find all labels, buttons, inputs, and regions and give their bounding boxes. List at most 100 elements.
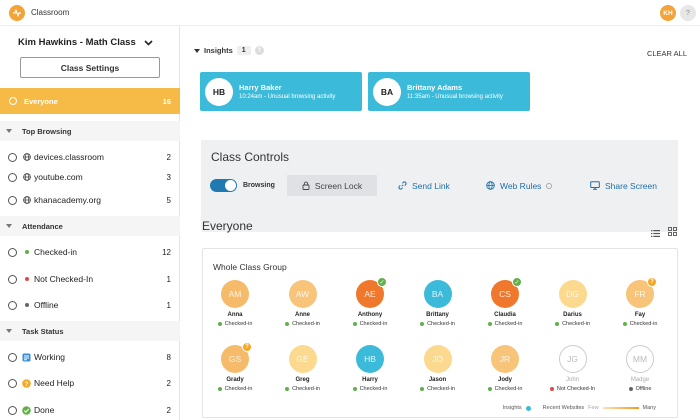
student-tile[interactable]: BA Brittany Checked-in — [410, 280, 466, 330]
help-button[interactable]: ? — [680, 5, 696, 21]
screen-lock-button[interactable]: Screen Lock — [287, 175, 377, 196]
insight-detail: 10:24am - Unusual browsing activity — [239, 94, 336, 100]
insights-label: Insights — [204, 46, 233, 55]
student-tile[interactable]: HB Harry Checked-in — [342, 345, 398, 395]
browsing-toggle[interactable] — [210, 179, 237, 192]
student-name: Greg — [295, 377, 310, 383]
gray-dot-icon — [22, 301, 31, 310]
status-dot-icon — [420, 387, 425, 391]
clear-all-button[interactable]: CLEAR ALL — [647, 49, 687, 58]
student-tile[interactable]: GS? Grady Checked-in — [207, 342, 263, 395]
sidebar-item-label: Not Checked-In — [34, 274, 94, 284]
student-tile[interactable]: AE ✓ Anthony Checked-in — [342, 277, 398, 330]
student-tile[interactable]: JR Jody Checked-in — [477, 345, 533, 395]
working-icon — [22, 353, 31, 362]
list-view-icon[interactable] — [651, 224, 660, 242]
sidebar-item-count: 1 — [166, 300, 171, 310]
status-dot-icon — [487, 387, 492, 391]
class-controls-title: Class Controls — [211, 150, 290, 164]
avatar: AE ✓ — [356, 277, 387, 308]
section-label: Task Status — [22, 326, 64, 336]
sidebar-item-done[interactable]: Done 2 — [0, 400, 180, 420]
student-tile[interactable]: CS ✓ Claudia Checked-in — [477, 277, 533, 330]
status-text: Checked-in — [494, 321, 523, 327]
radio-icon[interactable] — [8, 247, 17, 257]
avatar: HB — [356, 345, 384, 373]
student-name: John — [565, 377, 579, 383]
sidebar-item-checked-in[interactable]: Checked-in 12 — [0, 242, 180, 262]
radio-icon[interactable] — [8, 152, 17, 162]
student-tile[interactable]: AW Anne Checked-in — [275, 280, 331, 330]
main-panel: Insights 1 ? CLEAR ALL HB Harry Baker 10… — [180, 26, 700, 420]
radio-icon[interactable] — [8, 274, 17, 284]
send-link-button[interactable]: Send Link — [398, 175, 450, 196]
student-tile[interactable]: MM Madge Offline — [612, 345, 668, 395]
insights-toggle[interactable]: Insights 1 ? — [194, 46, 264, 55]
radio-icon[interactable] — [8, 378, 17, 388]
status-text: Checked-in — [562, 321, 590, 327]
section-top-browsing[interactable]: Top Browsing — [0, 121, 180, 141]
sidebar-item-youtube[interactable]: youtube.com 3 — [0, 167, 180, 187]
web-rules-button[interactable]: Web Rules — [486, 175, 553, 196]
share-screen-label: Share Screen — [605, 180, 657, 191]
class-selector[interactable]: Kim Hawkins - Math Class — [18, 37, 153, 48]
sidebar-item-everyone[interactable]: Everyone 16 — [0, 88, 180, 114]
done-badge-icon: ✓ — [512, 277, 522, 287]
group-title: Whole Class Group — [213, 262, 287, 272]
radio-icon[interactable] — [8, 405, 17, 415]
section-label: Attendance — [22, 221, 63, 231]
sidebar-item-need-help[interactable]: ? Need Help 2 — [0, 373, 180, 393]
student-status: Checked-in — [545, 321, 601, 327]
status-dot-icon — [628, 387, 633, 391]
student-tile[interactable]: AM Anna Checked-in — [207, 280, 263, 330]
sidebar-item-offline[interactable]: Offline 1 — [0, 295, 180, 315]
radio-icon[interactable] — [8, 300, 17, 310]
status-text: Checked-in — [427, 386, 455, 392]
share-screen-button[interactable]: Share Screen — [590, 175, 657, 196]
student-tile[interactable]: DG Darius Checked-in — [545, 280, 601, 330]
browsing-label: Browsing — [243, 182, 275, 189]
section-task-status[interactable]: Task Status — [0, 321, 180, 341]
sidebar-item-not-checked-in[interactable]: Not Checked-In 1 — [0, 269, 180, 289]
user-avatar[interactable]: KH — [660, 5, 676, 21]
student-tile[interactable]: GE Greg Checked-in — [275, 345, 331, 395]
student-tile[interactable]: JG John Not Checked-In — [545, 345, 601, 395]
globe-icon — [22, 196, 31, 205]
insights-count: 1 — [236, 46, 251, 55]
status-dot-icon — [555, 322, 560, 326]
insight-card[interactable]: BA Brittany Adams 11:35am - Unusual brow… — [368, 72, 530, 111]
avatar: GS? — [221, 342, 252, 373]
insight-name: Harry Baker — [239, 83, 282, 92]
sidebar-item-count: 12 — [162, 247, 171, 257]
insight-card[interactable]: HB Harry Baker 10:24am - Unusual browsin… — [200, 72, 362, 111]
status-dot-icon — [487, 322, 492, 326]
class-name: Kim Hawkins - Math Class — [18, 37, 136, 48]
student-status: Checked-in — [477, 321, 533, 327]
radio-icon[interactable] — [8, 172, 17, 182]
insights-help-icon[interactable]: ? — [254, 46, 264, 55]
sidebar-item-working[interactable]: Working 8 — [0, 347, 180, 367]
sidebar-item-label: Everyone — [24, 96, 58, 106]
student-tile[interactable]: FR? Fay Checked-in — [612, 277, 668, 330]
student-status: Not Checked-In — [545, 386, 601, 392]
sidebar-item-khanacademy[interactable]: khanacademy.org 5 — [0, 190, 180, 210]
radio-icon[interactable] — [8, 195, 17, 205]
sidebar: Kim Hawkins - Math Class Class Settings … — [0, 26, 180, 420]
status-dot-icon — [622, 322, 627, 326]
avatar: JG — [558, 345, 587, 373]
status-dot-icon — [352, 322, 357, 326]
sidebar-item-devices-classroom[interactable]: devices.classroom 2 — [0, 147, 180, 167]
student-name: Fay — [634, 312, 646, 318]
grid-view-icon[interactable] — [668, 223, 677, 241]
radio-icon[interactable] — [8, 352, 17, 362]
student-status: Checked-in — [410, 386, 466, 392]
info-icon[interactable] — [546, 182, 553, 189]
class-settings-button[interactable]: Class Settings — [20, 57, 160, 78]
student-tile[interactable]: JO Jason Checked-in — [410, 345, 466, 395]
sidebar-item-label: Working — [34, 352, 66, 362]
sidebar-item-label: youtube.com — [34, 172, 83, 182]
section-attendance[interactable]: Attendance — [0, 216, 180, 236]
collapse-triangle-icon — [6, 329, 12, 333]
sidebar-item-count: 3 — [166, 172, 171, 182]
status-dot-icon — [352, 387, 357, 391]
